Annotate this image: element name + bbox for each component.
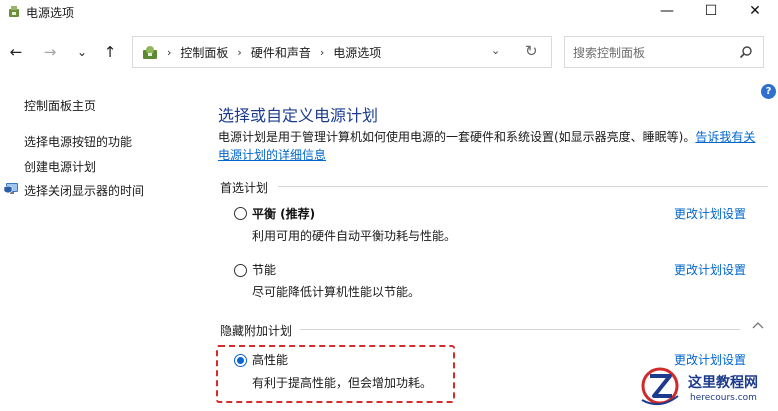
address-dropdown-button[interactable]: ⌄ [491,44,500,57]
maximize-icon: ☐ [704,3,718,19]
breadcrumb-separator[interactable]: › [320,46,324,59]
breadcrumb-power-options[interactable]: 电源选项 [333,44,381,61]
highlight-annotation [216,345,455,403]
recent-locations-button[interactable]: ⌄ [72,42,92,62]
up-button[interactable]: ↑ [100,42,120,62]
search-input[interactable] [573,43,733,63]
plan-balanced-change-settings-link[interactable]: 更改计划设置 [674,205,746,222]
back-button[interactable]: ← [6,42,26,62]
breadcrumb-separator[interactable]: › [237,46,241,59]
minimize-icon: — [660,3,674,19]
address-bar[interactable]: › 控制面板 › 硬件和声音 › 电源选项 ⌄ ↻ [132,36,552,68]
plan-power-saver-description: 尽可能降低计算机性能以节能。 [252,285,421,299]
plan-balanced-description: 利用可用的硬件自动平衡功耗与性能。 [252,229,457,243]
plan-balanced-radio[interactable] [234,207,247,220]
close-icon: ✕ [749,3,761,19]
search-box[interactable] [564,36,764,68]
chevron-up-icon[interactable] [752,321,764,329]
page-description: 电源计划是用于管理计算机如何使用电源的一套硬件和系统设置(如显示器亮度、睡眠等)… [218,128,758,164]
breadcrumb: › 控制面板 › 硬件和声音 › 电源选项 [167,44,381,61]
watermark-url: herecours.com [690,393,757,403]
plan-balanced-name[interactable]: 平衡 (推荐) [252,205,315,222]
minimize-button[interactable]: — [644,0,690,22]
section-divider [300,329,740,330]
window-title: 电源选项 [26,6,75,20]
power-options-icon [9,6,19,17]
sidebar-item-power-button-function[interactable]: 选择电源按钮的功能 [24,133,132,150]
plan-power-saver-name[interactable]: 节能 [252,261,276,278]
close-button[interactable]: ✕ [732,0,778,22]
help-button[interactable]: ? [761,84,776,99]
maximize-button[interactable]: ☐ [688,0,734,22]
sidebar-item-display-off-time[interactable]: 选择关闭显示器的时间 [24,182,144,199]
sidebar-item-create-power-plan[interactable]: 创建电源计划 [24,158,96,175]
sidebar-item-control-panel-home[interactable]: 控制面板主页 [24,97,96,114]
refresh-button[interactable]: ↻ [525,42,538,60]
forward-button[interactable]: → [40,42,60,62]
description-text: 电源计划是用于管理计算机如何使用电源的一套硬件和系统设置(如显示器亮度、睡眠等)… [218,130,696,144]
breadcrumb-separator: › [167,46,172,59]
plan-power-saver-change-settings-link[interactable]: 更改计划设置 [674,261,746,278]
section-divider [278,186,768,187]
plan-power-saver-radio[interactable] [234,264,247,277]
breadcrumb-control-panel[interactable]: 控制面板 [180,44,228,61]
navigation-bar: ← → ⌄ ↑ › 控制面板 › 硬件和声音 › 电源选项 ⌄ ↻ [0,36,778,70]
hidden-plans-label: 隐藏附加计划 [220,324,293,338]
page-title: 选择或自定义电源计划 [218,106,379,125]
breadcrumb-hardware-sound[interactable]: 硬件和声音 [251,44,311,61]
control-panel-icon [143,46,157,59]
watermark-title: 这里教程网 [688,375,758,391]
display-shield-icon [3,183,18,194]
preferred-plans-label: 首选计划 [220,181,269,195]
search-icon[interactable] [739,45,753,59]
title-bar: 电源选项 — ☐ ✕ [0,0,778,26]
